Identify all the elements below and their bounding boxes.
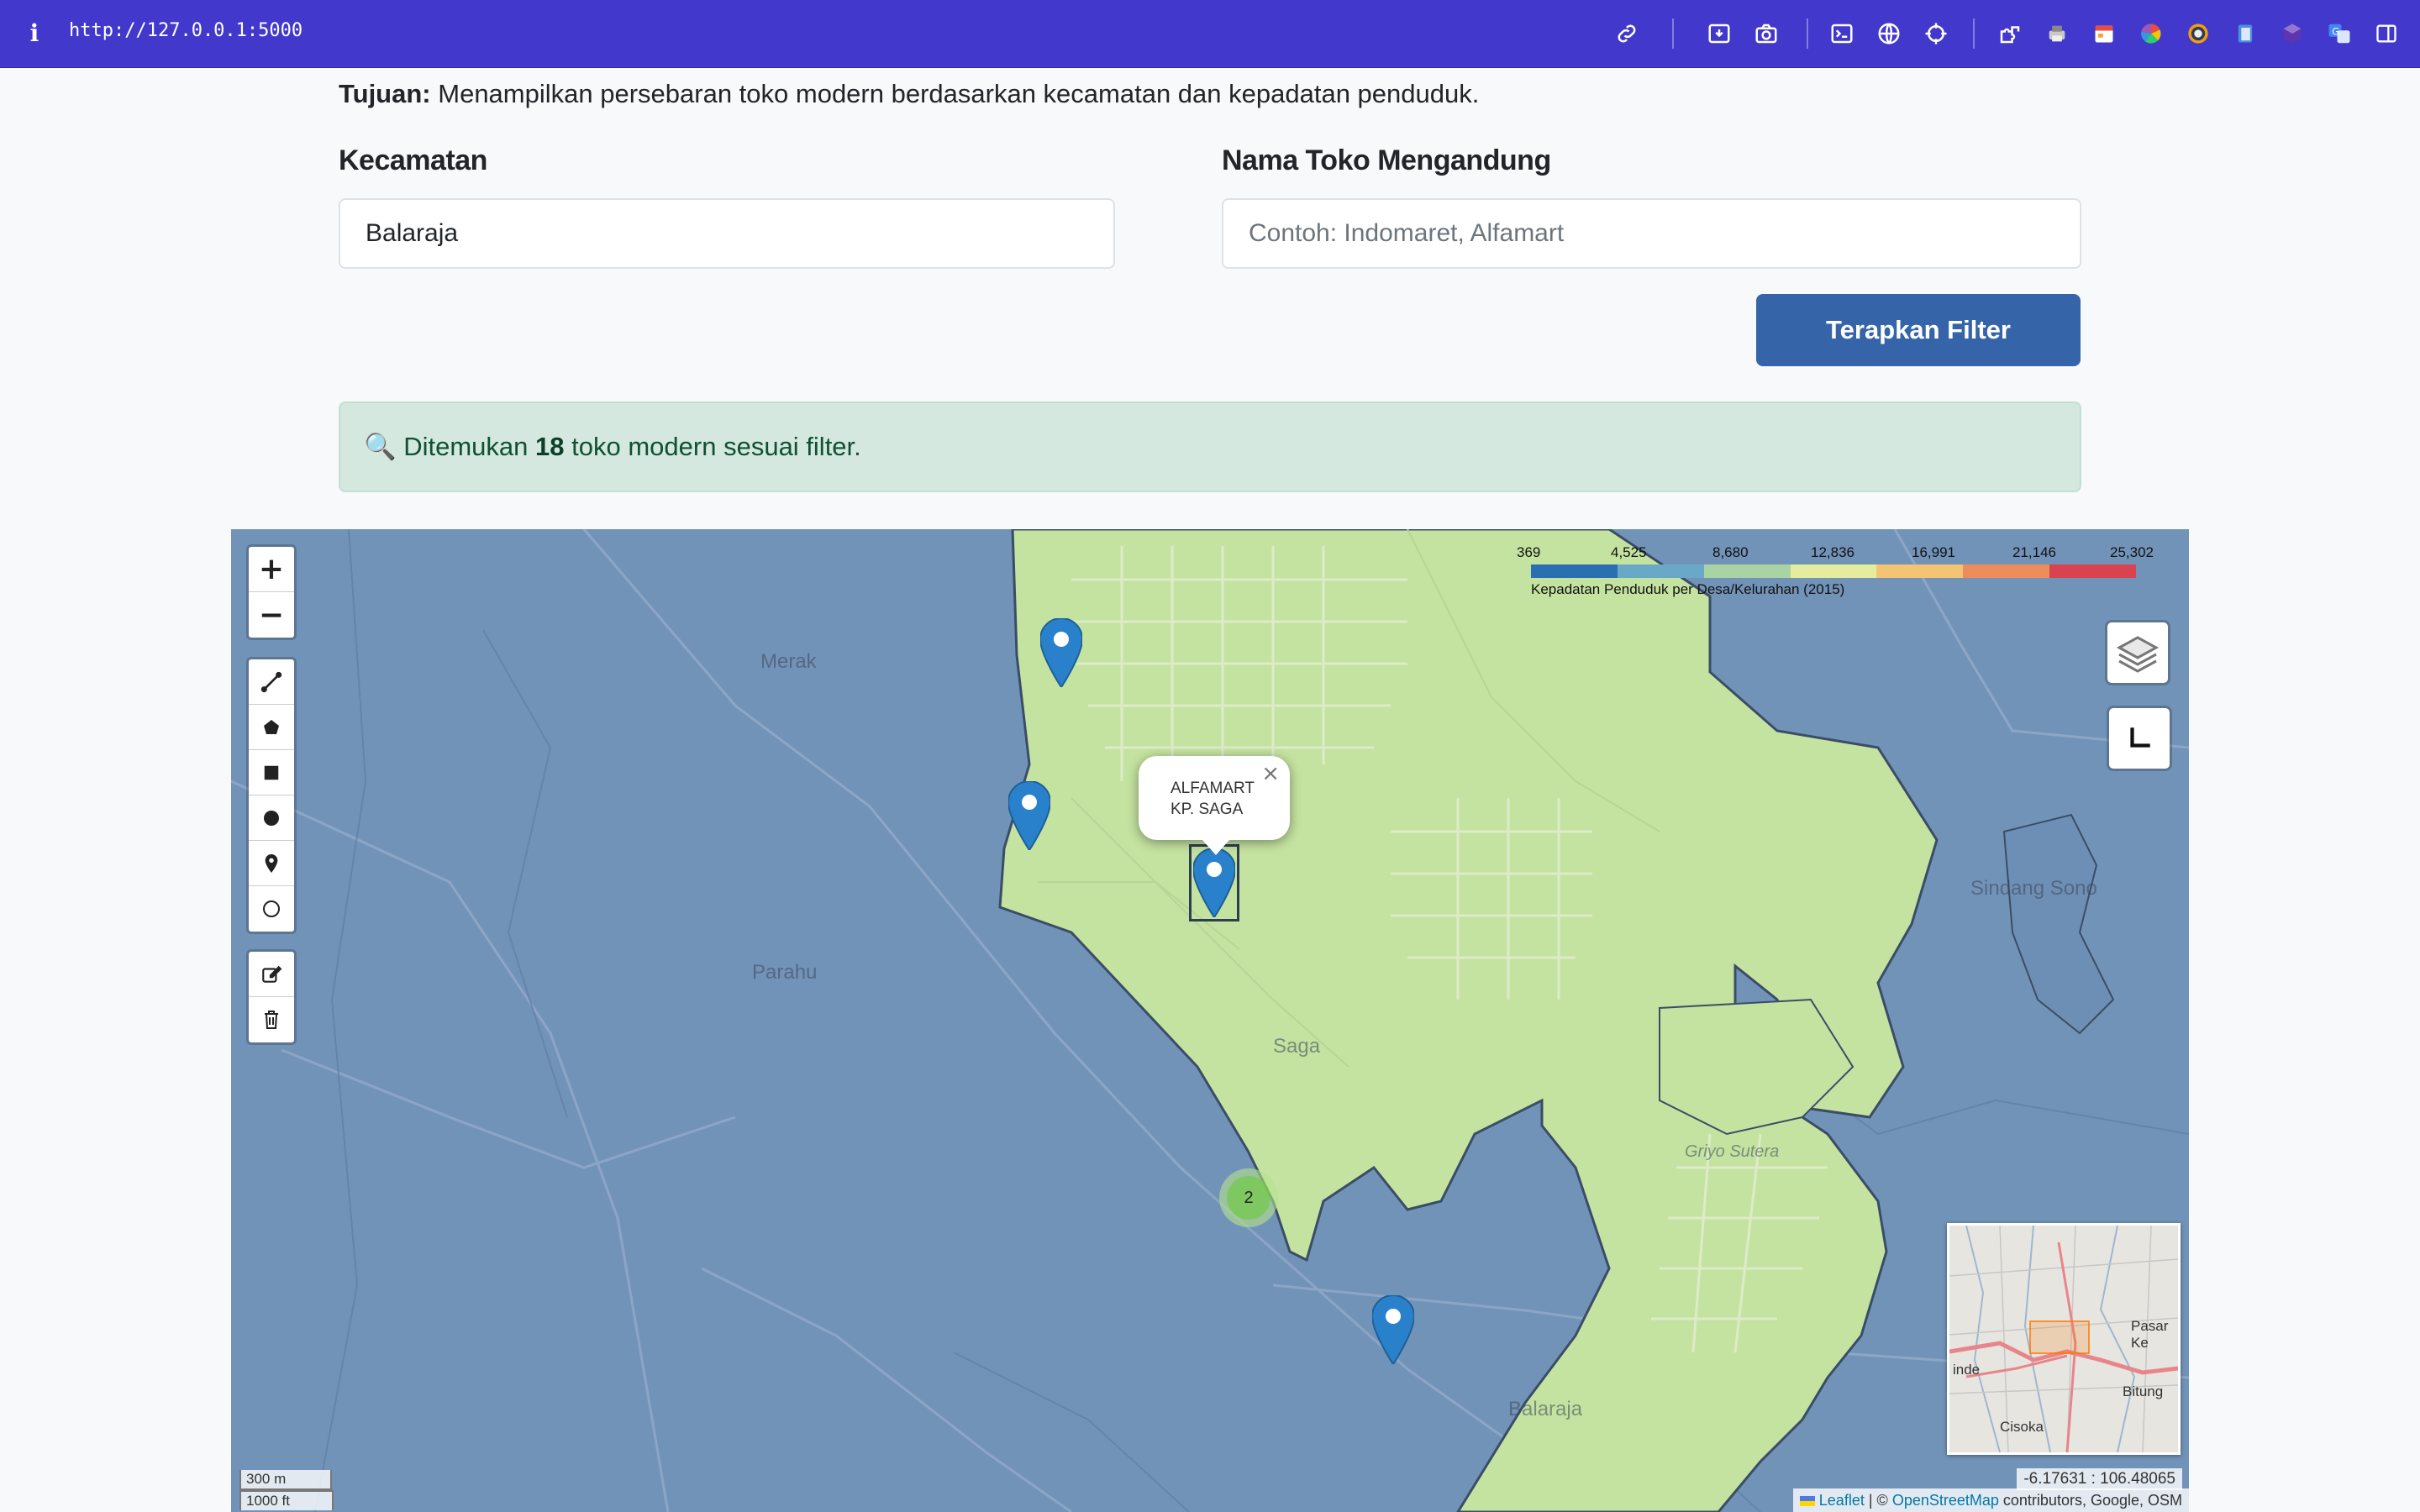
place-label: Balaraja [1508, 1398, 1583, 1420]
place-label: Merak [760, 650, 817, 673]
link-icon[interactable] [1612, 18, 1642, 49]
map-base-layer [231, 529, 2189, 1512]
leaflet-flag-icon [1799, 1496, 1815, 1507]
terminal-icon[interactable] [1827, 18, 1857, 49]
zoom-control: + − [246, 544, 297, 640]
place-label: Sindang Sono [1970, 877, 2097, 900]
minimap-label: Cisoka [2000, 1419, 2044, 1435]
scale-metric: 300 m [239, 1470, 332, 1490]
crosshair-icon[interactable] [1921, 18, 1951, 49]
result-count: 18 [535, 432, 565, 461]
legend-tick: 369 [1517, 544, 1541, 560]
legend-tick: 21,146 [2012, 544, 2056, 560]
scale-imperial: 1000 ft [239, 1490, 334, 1510]
popup-store-brand: ALFAMART [1171, 780, 1255, 797]
legend-tick: 16,991 [1912, 544, 1955, 560]
store-marker[interactable] [1040, 618, 1082, 687]
draw-circle-icon[interactable] [249, 795, 294, 841]
popup-tip [1202, 840, 1229, 855]
marker-cluster[interactable]: 2 [1219, 1168, 1278, 1227]
minimap-label: Pasar Ke [2131, 1318, 2169, 1351]
translate-icon[interactable]: G [2324, 18, 2354, 49]
sidebar-toggle-icon[interactable] [2371, 18, 2402, 49]
fullscreen-icon[interactable] [2107, 706, 2172, 771]
address-bar[interactable]: http://127.0.0.1:5000 [69, 20, 302, 47]
toolbar-divider [1973, 18, 1975, 49]
popup-close-icon[interactable]: × [1261, 761, 1280, 786]
toolbar-divider [1672, 18, 1674, 49]
store-popup: ALFAMART KP. SAGA × [1139, 756, 1290, 855]
kecamatan-input[interactable] [339, 198, 1115, 269]
mouse-coordinates: -6.17631 : 106.48065 [2017, 1468, 2182, 1490]
place-label: Saga [1273, 1035, 1321, 1058]
minimap[interactable]: Pasar Ke inde Bitung Cisoka [1947, 1223, 2181, 1455]
popup-content: ALFAMART KP. SAGA [1171, 778, 1255, 820]
store-marker[interactable] [1372, 1295, 1414, 1364]
store-marker-selected[interactable] [1189, 844, 1239, 921]
calendar-icon[interactable] [2089, 18, 2119, 49]
leaflet-link[interactable]: Leaflet [1819, 1492, 1865, 1509]
site-info-icon[interactable]: i [29, 18, 40, 49]
draw-circlemarker-icon[interactable] [249, 886, 294, 932]
store-marker[interactable] [1008, 781, 1050, 850]
legend-tick: 25,302 [2110, 544, 2154, 560]
edit-toolbar [246, 949, 297, 1045]
toko-name-input[interactable] [1222, 198, 2081, 269]
delete-layers-icon[interactable] [249, 997, 294, 1042]
osm-link[interactable]: OpenStreetMap [1892, 1492, 1999, 1509]
kecamatan-label: Kecamatan [339, 144, 487, 176]
purpose-text: Tujuan: Menampilkan persebaran toko mode… [339, 76, 1479, 113]
attribution-contributors: contributors, Google, OSM [2002, 1492, 2182, 1509]
legend-color-bar [1531, 564, 2137, 578]
apply-filter-button[interactable]: Terapkan Filter [1756, 294, 2081, 366]
draw-polygon-icon[interactable] [249, 705, 294, 750]
cluster-count: 2 [1227, 1176, 1270, 1220]
place-label: Parahu [752, 961, 818, 984]
map-container[interactable]: Merak Parahu Saga Sindang Sono Balaraja … [231, 529, 2189, 1512]
draw-toolbar [246, 657, 297, 934]
legend-caption: Kepadatan Penduduk per Desa/Kelurahan (2… [1531, 581, 1845, 597]
cube-icon[interactable] [2277, 18, 2307, 49]
scale-bar: 300 m 1000 ft [239, 1470, 334, 1510]
color-wheel-icon[interactable] [2136, 18, 2166, 49]
place-label: Griyo Sutera [1685, 1142, 1780, 1161]
result-alert: 🔍 Ditemukan 18 toko modern sesuai filter… [339, 402, 2081, 492]
color-picker-icon[interactable] [2183, 18, 2213, 49]
attribution-separator: | © [1868, 1492, 1888, 1509]
draw-marker-icon[interactable] [249, 841, 294, 886]
draw-polyline-icon[interactable] [249, 659, 294, 705]
svg-text:G: G [2332, 26, 2339, 37]
edit-layers-icon[interactable] [249, 952, 294, 997]
zoom-in-button[interactable]: + [249, 547, 294, 592]
legend-tick: 8,680 [1712, 544, 1749, 560]
toko-name-label: Nama Toko Mengandung [1222, 144, 1551, 176]
magnifier-icon: 🔍 [364, 432, 397, 461]
map-attribution: Leaflet | © OpenStreetMap contributors, … [1792, 1488, 2189, 1512]
result-prefix: Ditemukan [403, 432, 529, 461]
popup-store-location: KP. SAGA [1171, 801, 1244, 818]
purpose-description: Menampilkan persebaran toko modern berda… [438, 79, 1480, 108]
legend-tick: 4,525 [1611, 544, 1647, 560]
minimap-label: Bitung [2123, 1383, 2164, 1399]
minimap-label: inde [1953, 1362, 1981, 1378]
purpose-label: Tujuan: [339, 79, 431, 108]
browser-toolbar: i http://127.0.0.1:5000 G [0, 0, 2420, 68]
draw-rectangle-icon[interactable] [249, 750, 294, 795]
layers-control-icon[interactable] [2105, 620, 2170, 685]
zoom-out-button[interactable]: − [249, 592, 294, 638]
result-suffix: toko modern sesuai filter. [571, 432, 861, 461]
globe-icon[interactable] [1874, 18, 1904, 49]
extension-puzzle-icon[interactable] [1995, 18, 2025, 49]
toolbar-divider [1807, 18, 1808, 49]
camera-icon[interactable] [1751, 18, 1781, 49]
printer-icon[interactable] [2042, 18, 2072, 49]
density-legend: 369 4,525 8,680 12,836 16,991 21,146 25,… [1517, 544, 2155, 603]
download-icon[interactable] [1704, 18, 1734, 49]
legend-tick: 12,836 [1811, 544, 1854, 560]
document-icon[interactable] [2230, 18, 2260, 49]
